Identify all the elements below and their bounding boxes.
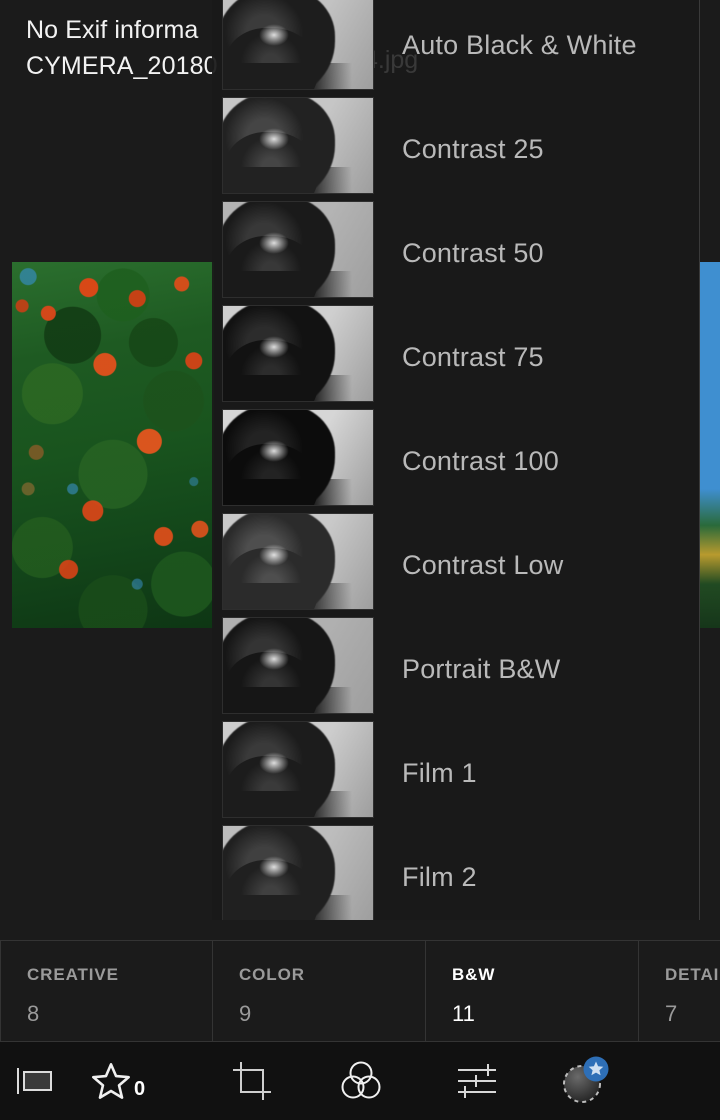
preset-list-item[interactable]: Portrait B&W — [374, 617, 699, 721]
thumbnail-sun-glow — [259, 440, 289, 462]
tab-label: B&W — [452, 965, 496, 984]
thumbnail-sun-glow — [259, 648, 289, 670]
tab-creative[interactable]: CREATIVE 8 — [0, 941, 213, 1041]
preset-thumbnail[interactable] — [222, 0, 374, 90]
preset-list-item[interactable]: Contrast Low — [374, 513, 699, 617]
exif-header: No Exif informa CYMERA_20180 — [26, 12, 218, 84]
light-sliders-button[interactable] — [438, 1042, 518, 1120]
tab-label: CREATIVE — [27, 965, 119, 984]
crop-button[interactable] — [212, 1042, 292, 1120]
filmstrip-flag-icon — [17, 1068, 52, 1094]
thumbnail-foreground — [223, 687, 373, 713]
star-rating-button[interactable]: 0 — [70, 1042, 165, 1120]
preset-thumbnail[interactable] — [222, 305, 374, 402]
preset-label: Contrast Low — [402, 549, 564, 580]
preset-label: Contrast 25 — [402, 133, 544, 164]
thumbnail-foreground — [223, 583, 373, 609]
preset-label: Contrast 75 — [402, 341, 544, 372]
preset-list-item[interactable]: Film 1 — [374, 721, 699, 825]
preset-label: Contrast 50 — [402, 237, 544, 268]
star-rating-value: 0 — [133, 1077, 146, 1100]
preset-list-item[interactable]: Auto Black & White — [374, 0, 699, 97]
photo-right-edge-strip — [700, 262, 720, 628]
thumbnail-foreground — [223, 895, 373, 920]
bottom-tool-bar[interactable]: 0 — [0, 1042, 720, 1120]
thumbnail-sun-glow — [259, 336, 289, 358]
lightroom-editor-screen: No Exif informa CYMERA_20180 4.jpg Auto … — [0, 0, 720, 1120]
thumbnail-sun-glow — [259, 24, 289, 46]
preset-list-item[interactable]: Contrast 100 — [374, 409, 699, 513]
thumbnail-sun-glow — [259, 856, 289, 878]
preset-list-item[interactable]: Film 2 — [374, 825, 699, 920]
preset-label: Auto Black & White — [402, 29, 637, 60]
thumbnail-sun-glow — [259, 544, 289, 566]
sliders-icon — [458, 1064, 496, 1098]
tab-detail[interactable]: DETAIL 7 — [639, 941, 720, 1041]
preset-label: Contrast 100 — [402, 445, 559, 476]
tab-count: 11 — [452, 1001, 475, 1026]
preset-label: Film 2 — [402, 861, 477, 892]
thumbnail-foreground — [223, 375, 373, 401]
tab-color[interactable]: COLOR 9 — [213, 941, 426, 1041]
preset-thumbnail[interactable] — [222, 721, 374, 818]
preset-thumbnail-column — [222, 0, 374, 920]
preset-category-tab-bar[interactable]: CREATIVE 8 COLOR 9 B&W 11 DETAIL 7 — [0, 940, 720, 1042]
presets-button[interactable] — [545, 1042, 623, 1120]
preset-thumbnail[interactable] — [222, 97, 374, 194]
photo-sky-highlights — [12, 262, 214, 628]
color-mix-circles-icon — [341, 1061, 381, 1099]
tab-label: COLOR — [239, 965, 305, 984]
preset-label-column: Auto Black & White Contrast 25 Contrast 50… — [374, 0, 699, 920]
thumbnail-foreground — [223, 479, 373, 505]
tab-label: DETAIL — [665, 965, 720, 984]
preset-thumbnail[interactable] — [222, 617, 374, 714]
preset-thumbnail[interactable] — [222, 409, 374, 506]
thumbnail-foreground — [223, 167, 373, 193]
crop-icon — [233, 1062, 271, 1100]
color-mix-button[interactable] — [322, 1042, 400, 1120]
exif-status-line: No Exif informa — [26, 16, 199, 44]
star-rating-icon — [91, 1063, 130, 1099]
preset-label: Portrait B&W — [402, 653, 561, 684]
tab-b-w[interactable]: B&W 11 — [426, 941, 639, 1041]
tab-count: 7 — [665, 1001, 678, 1026]
preset-label: Film 1 — [402, 757, 477, 788]
tab-count: 8 — [27, 1001, 40, 1026]
photo-filename-line: CYMERA_20180 — [26, 52, 218, 80]
thumbnail-sun-glow — [259, 752, 289, 774]
thumbnail-foreground — [223, 63, 373, 89]
thumbnail-sun-glow — [259, 128, 289, 150]
main-photo-preview[interactable] — [12, 262, 214, 628]
thumbnail-foreground — [223, 791, 373, 817]
preset-list-item[interactable]: Contrast 75 — [374, 305, 699, 409]
bw-presets-panel[interactable]: 4.jpg Auto Black & White Contrast 25 Contr… — [212, 0, 700, 920]
tab-count: 9 — [239, 1001, 252, 1026]
preset-thumbnail[interactable] — [222, 201, 374, 298]
preset-thumbnail[interactable] — [222, 825, 374, 920]
thumbnail-foreground — [223, 271, 373, 297]
preset-thumbnail[interactable] — [222, 513, 374, 610]
thumbnail-sun-glow — [259, 232, 289, 254]
preset-list-item[interactable]: Contrast 25 — [374, 97, 699, 201]
preset-list-item[interactable]: Contrast 50 — [374, 201, 699, 305]
presets-star-badge-icon — [563, 1056, 609, 1103]
filmstrip-flag-button[interactable] — [0, 1042, 70, 1120]
